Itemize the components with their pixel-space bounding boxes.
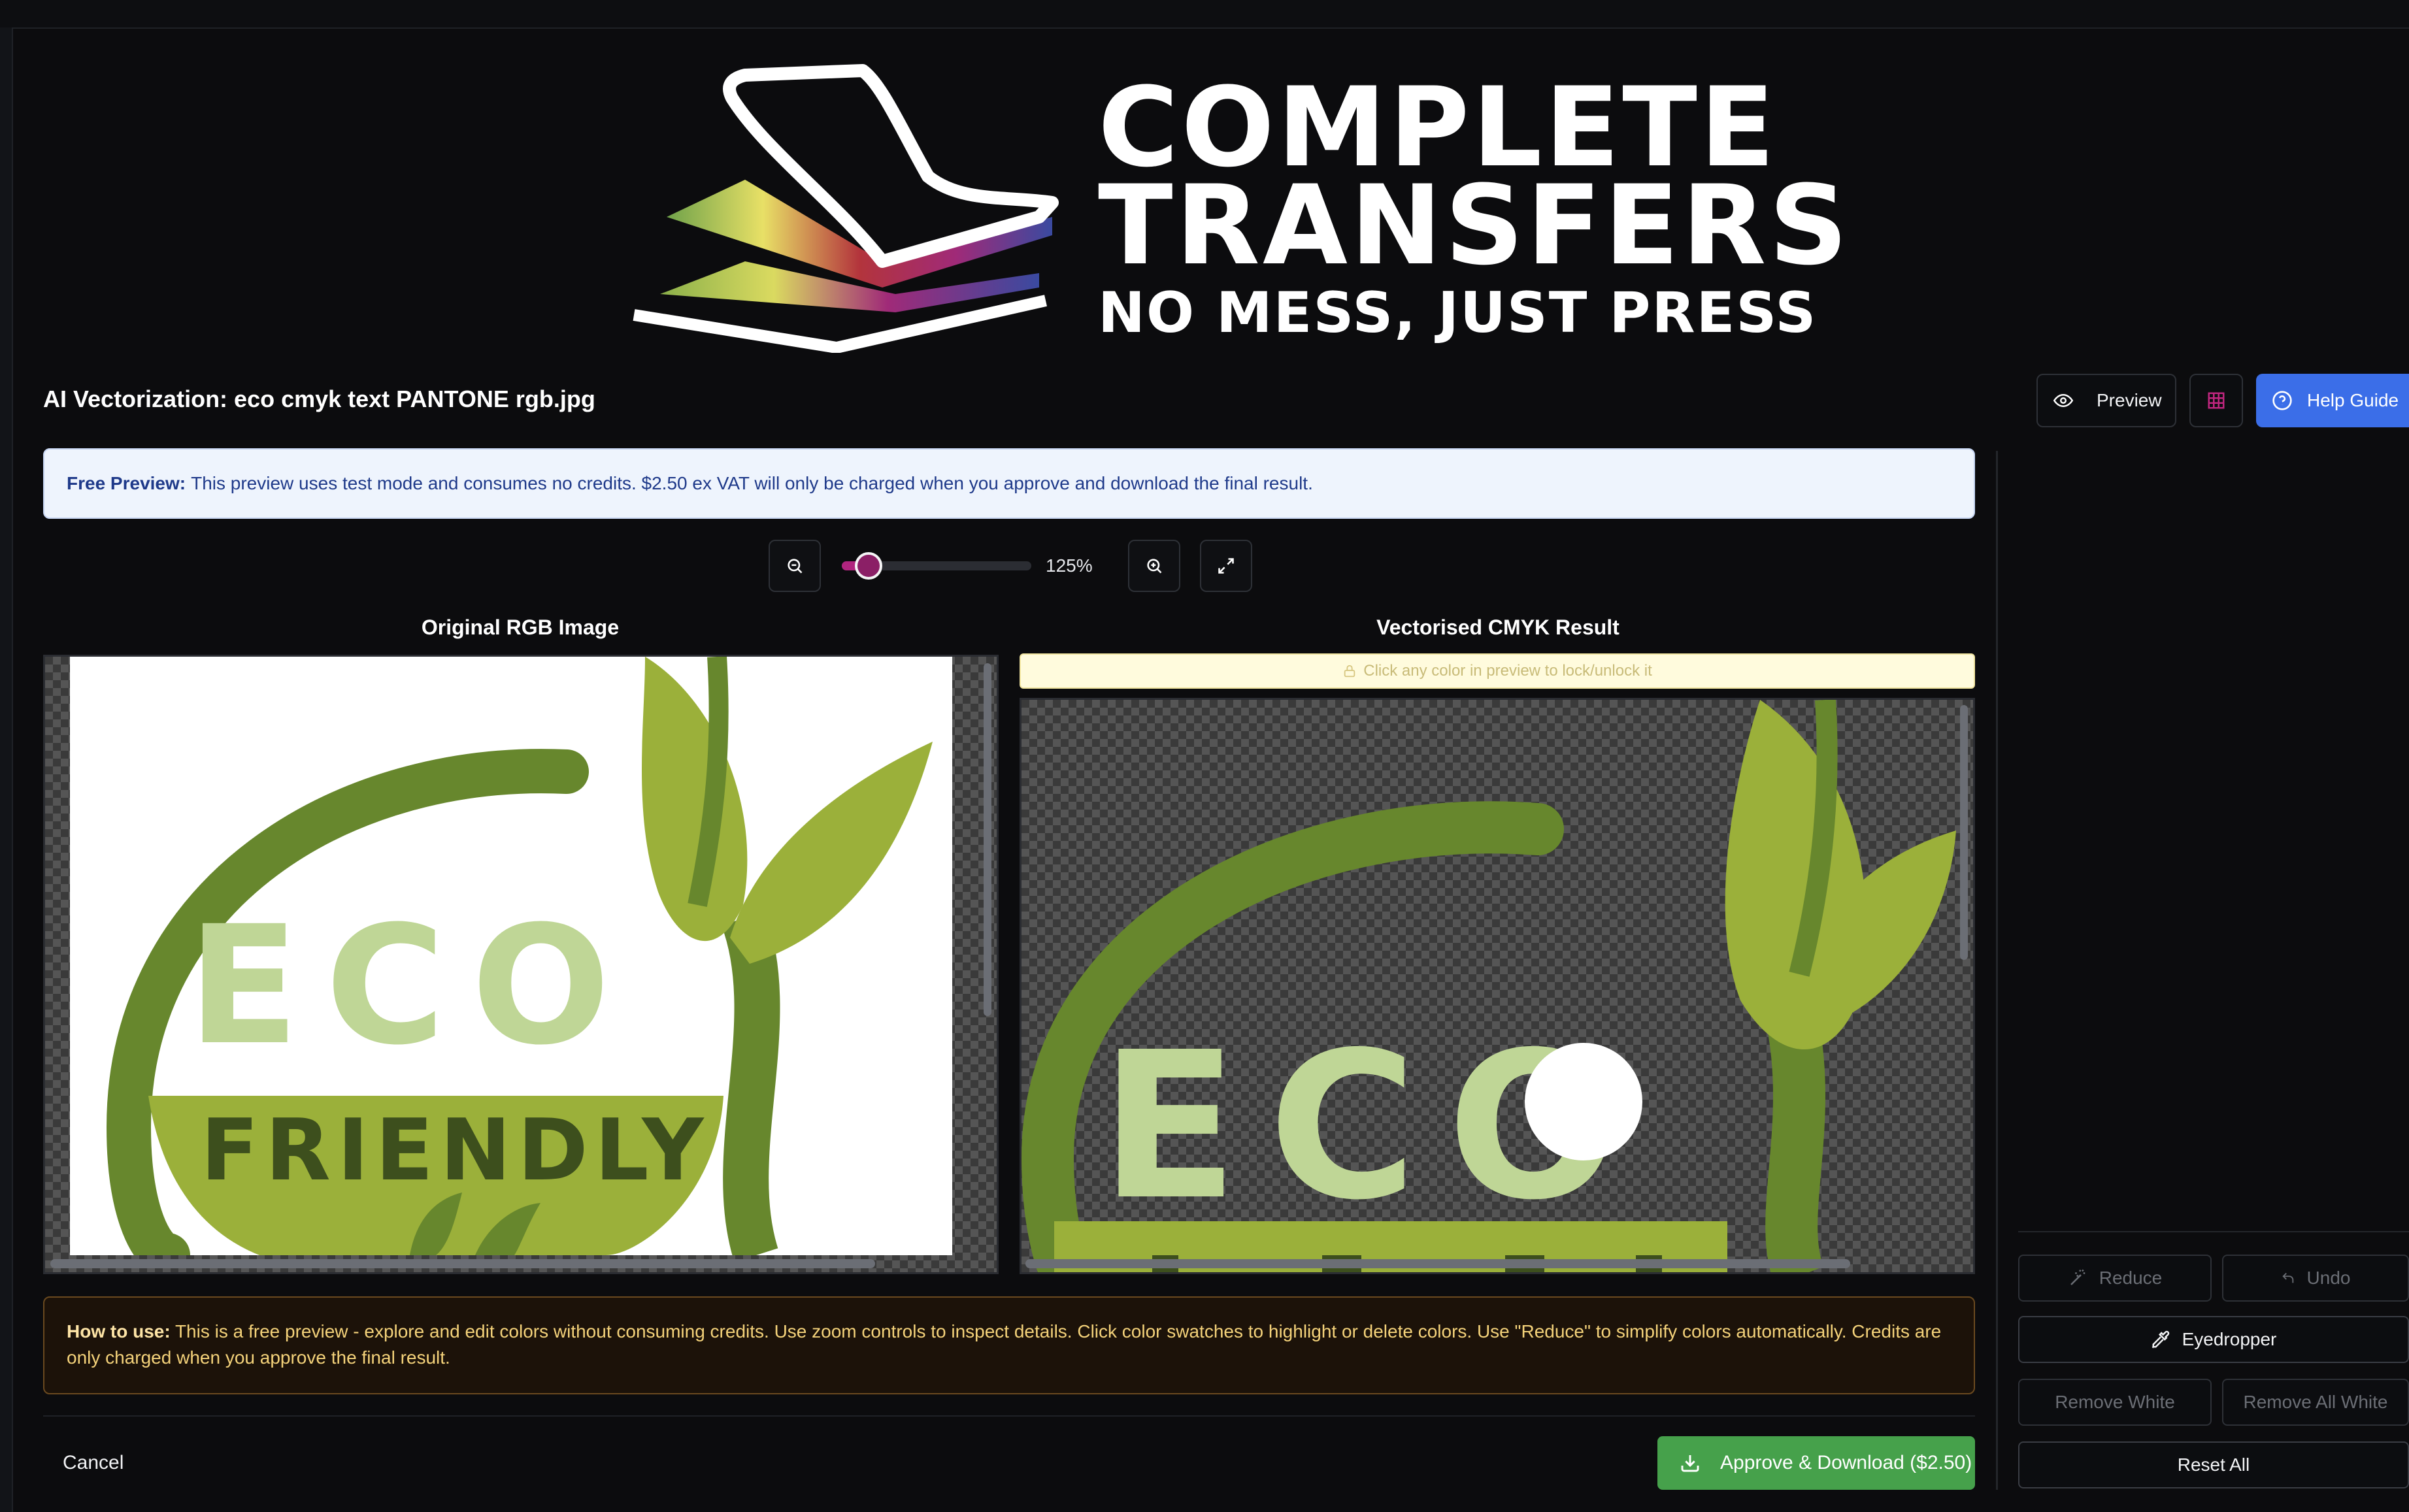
remove-white-label: Remove White xyxy=(2055,1392,2175,1412)
lock-hint-bar: Click any color in preview to lock/unloc… xyxy=(1020,653,1975,689)
header-actions: Preview Help Guide xyxy=(2036,374,2409,427)
transfer-sheets-icon xyxy=(633,64,1059,353)
brand-logo: COMPLETE TRANSFERS NO MESS, JUST PRESS xyxy=(621,46,1851,353)
expand-icon xyxy=(1218,558,1234,574)
zoom-controls: 125% xyxy=(769,540,1252,592)
tools-divider xyxy=(2018,1231,2409,1232)
help-guide-label: Help Guide xyxy=(2307,390,2399,410)
grid-icon xyxy=(2208,392,2225,409)
remove-all-white-button[interactable]: Remove All White xyxy=(2222,1379,2409,1426)
zoom-in-button[interactable] xyxy=(1128,540,1180,592)
zoom-out-icon xyxy=(788,559,803,574)
logo-wordmark: COMPLETE TRANSFERS NO MESS, JUST PRESS xyxy=(1098,73,1851,349)
vectorised-result-viewer[interactable]: ECO xyxy=(1020,698,1975,1274)
help-guide-button[interactable]: Help Guide xyxy=(2256,374,2409,427)
reset-all-button[interactable]: Reset All xyxy=(2018,1441,2409,1488)
eyedropper-button[interactable]: Eyedropper xyxy=(2018,1316,2409,1363)
eye-icon xyxy=(2053,393,2073,408)
remove-all-white-label: Remove All White xyxy=(2243,1392,2388,1412)
reduce-button[interactable]: Reduce xyxy=(2018,1255,2212,1302)
fullscreen-button[interactable] xyxy=(1200,540,1252,592)
preview-button[interactable]: Preview xyxy=(2036,374,2176,427)
original-image-title: Original RGB Image xyxy=(421,616,620,639)
logo-line-transfers: TRANSFERS xyxy=(1098,161,1851,289)
logo-tagline: NO MESS, JUST PRESS xyxy=(1098,280,1818,346)
reduce-label: Reduce xyxy=(2099,1268,2163,1288)
lock-icon xyxy=(1344,665,1355,678)
eyedropper-icon xyxy=(2151,1330,2169,1349)
lock-hint-text: Click any color in preview to lock/unloc… xyxy=(1363,662,1652,680)
original-image-viewer[interactable]: ECO FRIENDLY xyxy=(43,655,999,1274)
vectorised-eco-artwork: ECO xyxy=(1022,700,1956,1272)
howto-text: This is a free preview - explore and edi… xyxy=(67,1321,1942,1368)
footer-divider xyxy=(43,1415,1975,1417)
zoom-out-button[interactable] xyxy=(769,540,821,592)
backdrop-left-strip xyxy=(0,27,12,1512)
approve-download-button[interactable]: Approve & Download ($2.50) xyxy=(1657,1436,1975,1490)
help-circle-icon xyxy=(2272,391,2292,410)
original-eco-text: ECO xyxy=(188,891,637,1081)
zoom-slider-thumb[interactable] xyxy=(854,552,882,580)
original-eco-artwork: ECO FRIENDLY xyxy=(70,657,952,1255)
free-preview-notice: Free Preview: This preview uses test mod… xyxy=(43,448,1975,519)
vectorised-result-title: Vectorised CMYK Result xyxy=(1376,616,1620,639)
notice-bold-label: Free Preview: xyxy=(67,473,186,493)
result-horizontal-scrollbar[interactable] xyxy=(1025,1259,1850,1268)
zoom-slider[interactable] xyxy=(842,552,1031,580)
zoom-in-icon xyxy=(1147,559,1162,574)
undo-icon xyxy=(2282,1273,2293,1283)
howto-bold-label: How to use: xyxy=(67,1321,171,1341)
remove-white-button[interactable]: Remove White xyxy=(2018,1379,2212,1426)
original-friendly-text: FRIENDLY xyxy=(201,1100,710,1200)
magic-wand-icon xyxy=(2070,1269,2085,1285)
undo-label: Undo xyxy=(2306,1268,2351,1288)
grid-toggle-button[interactable] xyxy=(2189,374,2243,427)
result-vertical-scrollbar[interactable] xyxy=(1960,705,1968,960)
sidebar-divider xyxy=(1996,451,1998,1490)
zoom-level-label: 125% xyxy=(1046,555,1093,576)
original-horizontal-scrollbar[interactable] xyxy=(50,1259,875,1268)
reset-all-label: Reset All xyxy=(2177,1454,2250,1475)
original-vertical-scrollbar[interactable] xyxy=(984,663,991,1016)
notice-text: This preview uses test mode and consumes… xyxy=(191,473,1313,493)
backdrop-header-strip xyxy=(0,0,2409,27)
cancel-button[interactable]: Cancel xyxy=(63,1452,124,1474)
approve-download-label: Approve & Download ($2.50) xyxy=(1720,1452,1972,1473)
eyedropper-label: Eyedropper xyxy=(2182,1329,2277,1349)
how-to-use-notice: How to use: This is a free preview - exp… xyxy=(43,1296,1975,1394)
page-title: AI Vectorization: eco cmyk text PANTONE … xyxy=(43,386,595,412)
download-icon xyxy=(1681,1455,1699,1472)
preview-button-label: Preview xyxy=(2097,390,2162,410)
undo-button[interactable]: Undo xyxy=(2222,1255,2409,1302)
